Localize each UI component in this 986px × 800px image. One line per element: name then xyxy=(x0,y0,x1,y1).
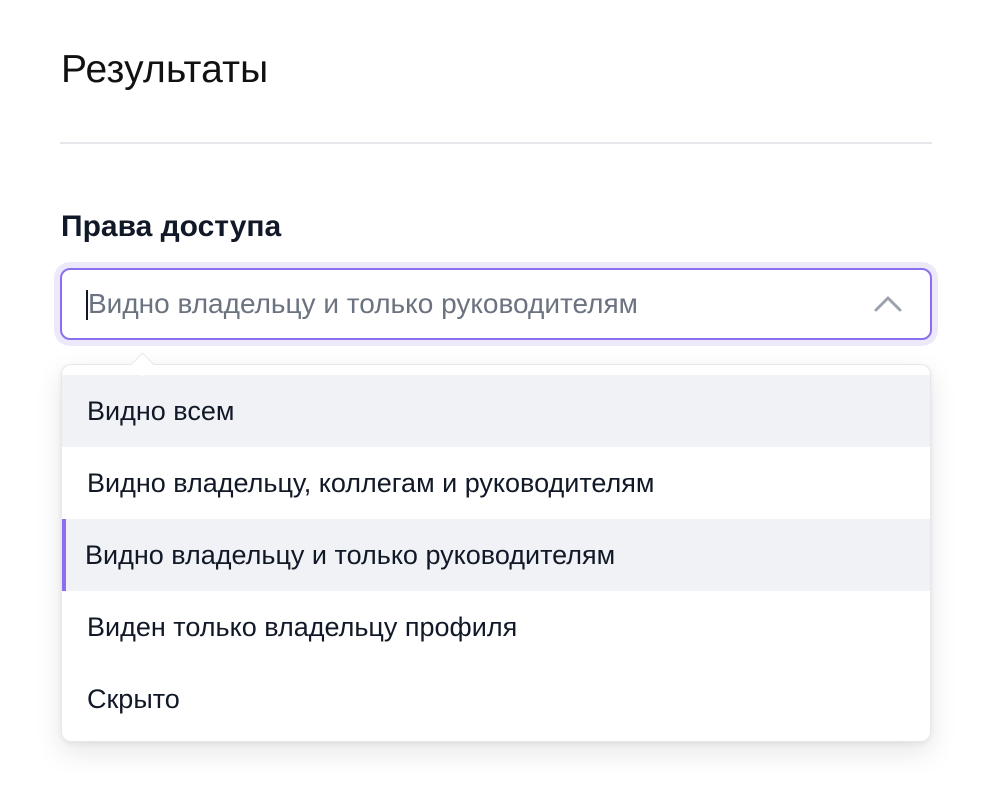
option-hidden[interactable]: Скрыто xyxy=(62,663,930,735)
access-rights-search-input[interactable] xyxy=(88,284,828,324)
option-owner-and-managers-only[interactable]: Видно владельцу и только руководителям xyxy=(62,519,930,591)
section-divider xyxy=(60,142,932,144)
option-visible-to-all[interactable]: Видно всем xyxy=(62,375,930,447)
option-label: Видно владельцу, коллегам и руководителя… xyxy=(87,467,655,498)
access-rights-select[interactable] xyxy=(60,268,932,340)
access-rights-label: Права доступа xyxy=(61,210,282,243)
option-label: Скрыто xyxy=(87,683,180,714)
option-label: Видно всем xyxy=(87,395,235,426)
option-owner-only[interactable]: Виден только владельцу профиля xyxy=(62,591,930,663)
page-title: Результаты xyxy=(61,48,269,91)
dropdown-options-list: Видно всем Видно владельцу, коллегам и р… xyxy=(62,365,930,735)
option-label: Виден только владельцу профиля xyxy=(87,611,518,642)
access-rights-dropdown: Видно всем Видно владельцу, коллегам и р… xyxy=(61,364,931,742)
option-label: Видно владельцу и только руководителям xyxy=(85,539,616,570)
chevron-up-icon[interactable] xyxy=(872,288,904,320)
chevron-up-svg xyxy=(874,296,902,312)
option-owner-colleagues-managers[interactable]: Видно владельцу, коллегам и руководителя… xyxy=(62,447,930,519)
